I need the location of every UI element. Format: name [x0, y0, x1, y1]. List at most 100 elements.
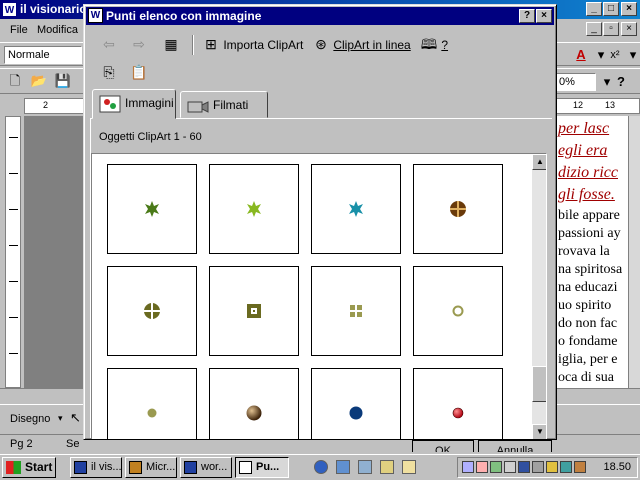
taskbar-button-label: il vis...	[91, 461, 122, 473]
clock: 18.50	[603, 461, 631, 473]
taskbar-button-punti[interactable]: Pu...	[235, 457, 289, 478]
clipart-online-button[interactable]: ⊛ ClipArt in linea	[312, 33, 411, 55]
notepad-icon[interactable]	[402, 460, 416, 474]
clipart-panel: Oggetti ClipArt 1 - 60 ▲ ▼	[90, 118, 552, 439]
taskbar-button-word-2[interactable]: wor...	[180, 457, 232, 478]
dialog-title: Punti elenco con immagine	[106, 9, 262, 23]
square-bullet-icon	[247, 304, 261, 318]
outlook-icon[interactable]	[336, 460, 350, 474]
doc-line: do non fac	[558, 316, 618, 331]
star-bullet-icon	[145, 201, 159, 217]
import-clipart-button[interactable]: ⊞ Importa ClipArt	[202, 33, 303, 55]
import-clipart-icon: ⊞	[205, 36, 217, 52]
taskbar-button-label: wor...	[201, 461, 228, 473]
save-icon[interactable]: 💾	[54, 72, 72, 90]
doc-line: gli fosse.	[558, 186, 615, 203]
clipart-item-8[interactable]	[413, 266, 503, 356]
style-combo[interactable]: Normale	[4, 46, 82, 64]
dialog-close-icon[interactable]: ×	[536, 9, 552, 23]
tray-icon-5[interactable]	[518, 461, 530, 473]
minimize-icon[interactable]: _	[586, 2, 602, 16]
clipart-item-10[interactable]	[209, 368, 299, 439]
office-icon	[129, 461, 142, 474]
desktop-icon[interactable]	[358, 460, 372, 474]
clipart-help-button[interactable]: 🕮 ?	[420, 33, 448, 55]
scroll-thumb[interactable]	[532, 366, 546, 402]
clipart-item-3[interactable]	[311, 164, 401, 254]
menu-file[interactable]: File	[10, 24, 28, 36]
clipart-item-6[interactable]	[209, 266, 299, 356]
tray-icon-2[interactable]	[476, 461, 488, 473]
cancel-button[interactable]: Annulla	[478, 440, 552, 452]
document-page[interactable]: per lasc egli era dizio ricc gli fosse. …	[556, 116, 630, 388]
tray-icon-4[interactable]	[504, 461, 516, 473]
clipart-item-11[interactable]	[311, 368, 401, 439]
search-icon[interactable]	[380, 460, 394, 474]
maximize-icon[interactable]: □	[603, 2, 619, 16]
start-button[interactable]: Start	[2, 457, 56, 478]
movie-camera-icon	[187, 101, 209, 113]
tray-icon-7[interactable]	[546, 461, 558, 473]
clipart-item-4[interactable]	[413, 164, 503, 254]
start-label: Start	[25, 460, 53, 474]
tray-icon-1[interactable]	[462, 461, 474, 473]
pictures-icon	[99, 95, 121, 113]
star-bullet-icon	[349, 201, 363, 217]
taskbar-button-microsoft[interactable]: Micr...	[125, 457, 177, 478]
new-document-icon[interactable]: 🗋	[6, 72, 24, 90]
clipart-item-9[interactable]	[107, 368, 197, 439]
doc-line: o fondame	[558, 334, 618, 349]
paste-icon[interactable]: 📋	[130, 61, 148, 83]
select-pointer-icon[interactable]: ↖	[70, 410, 81, 426]
open-folder-icon[interactable]: 📂	[30, 72, 48, 90]
tab-filmati-label: Filmati	[213, 98, 249, 112]
doc-line: per lasc	[558, 120, 610, 137]
tray-icon-9[interactable]	[574, 461, 586, 473]
doc-line: iglia, per e	[558, 352, 618, 367]
draw-menu-button[interactable]: Disegno	[10, 413, 50, 425]
clipart-item-7[interactable]	[311, 266, 401, 356]
doc-restore-icon[interactable]: ▫	[603, 22, 619, 36]
taskbar-button-label: Micr...	[146, 461, 176, 473]
menu-modifica[interactable]: Modifica	[37, 24, 78, 36]
internet-explorer-icon[interactable]	[314, 460, 328, 474]
scroll-up-icon[interactable]: ▲	[532, 154, 546, 170]
windows-logo-icon	[6, 461, 21, 474]
forward-arrow-icon[interactable]: ⇨	[130, 33, 148, 55]
tab-immagini-label: Immagini	[125, 96, 174, 110]
document-vertical-scrollbar[interactable]	[628, 116, 640, 388]
taskbar: Start il vis... Micr... wor... Pu... 18.…	[0, 454, 640, 480]
speaker-icon[interactable]	[532, 461, 544, 473]
doc-line: dizio ricc	[558, 164, 618, 181]
zoom-combo[interactable]: 0%	[556, 73, 596, 91]
font-color-icon[interactable]: A	[572, 46, 590, 64]
tray-icon-3[interactable]	[490, 461, 502, 473]
clipart-item-5[interactable]	[107, 266, 197, 356]
clipart-scrollbar[interactable]: ▲ ▼	[532, 154, 546, 439]
doc-minimize-icon[interactable]: _	[586, 22, 602, 36]
all-categories-icon[interactable]: ▦	[162, 33, 180, 55]
clipart-item-1[interactable]	[107, 164, 197, 254]
tab-filmati[interactable]: Filmati	[180, 91, 268, 118]
tab-immagini[interactable]: Immagini	[92, 89, 176, 119]
tray-icon-8[interactable]	[560, 461, 572, 473]
help-icon[interactable]: ?	[612, 73, 630, 91]
clipart-item-12[interactable]	[413, 368, 503, 439]
close-icon[interactable]: ×	[621, 2, 637, 16]
clipart-help-label: ?	[441, 38, 449, 52]
scroll-down-icon[interactable]: ▼	[532, 424, 546, 439]
clipart-item-2[interactable]	[209, 164, 299, 254]
help-question-icon[interactable]: ?	[519, 9, 535, 23]
taskbar-button-word[interactable]: il vis...	[70, 457, 122, 478]
superscript-icon[interactable]: x²	[606, 46, 624, 64]
dropdown-arrow-icon-3[interactable]: ▾	[58, 413, 63, 424]
doc-line: na spiritosa	[558, 262, 623, 277]
import-clipart-label: Importa ClipArt	[223, 38, 304, 52]
dialog-title-bar: W Punti elenco con immagine ? ×	[86, 7, 554, 25]
four-squares-bullet-icon	[350, 305, 362, 317]
ok-button[interactable]: OK	[412, 440, 474, 452]
doc-close-icon[interactable]: ×	[621, 22, 637, 36]
dropdown-arrow-icon-2[interactable]: ▾	[624, 46, 640, 64]
copy-icon[interactable]: ⎘	[100, 61, 118, 83]
back-arrow-icon[interactable]: ⇦	[100, 33, 118, 55]
